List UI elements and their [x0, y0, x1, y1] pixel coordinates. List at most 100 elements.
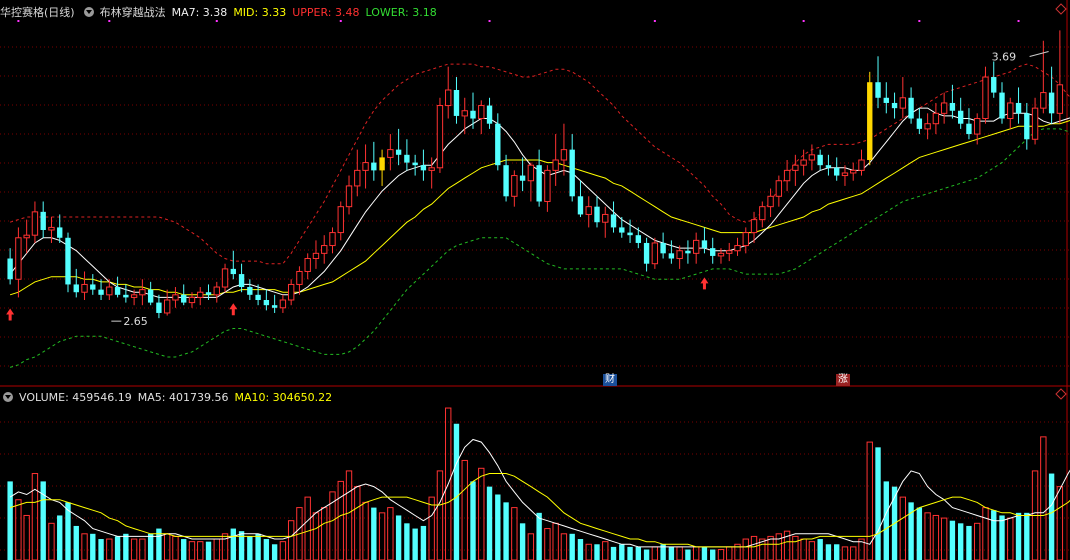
candle-body [436, 105, 444, 169]
volume-bar [221, 533, 229, 560]
vol-ma5-value: MA5: 401739.56 [137, 390, 229, 404]
candle-body [371, 162, 377, 171]
volume-bar [834, 544, 840, 560]
vol-ma10-value: MA10: 304650.22 [234, 390, 333, 404]
candle-body [279, 299, 287, 309]
top-marker-dot [918, 20, 921, 22]
volume-bar [750, 535, 758, 560]
candle-body [172, 294, 179, 301]
candle-body [1031, 107, 1039, 140]
candle-body [354, 169, 361, 187]
candle-body [23, 234, 30, 239]
candle-body [271, 305, 278, 308]
volume-bar [412, 528, 418, 560]
chart-canvas[interactable]: 3.69 2.65 [0, 0, 1070, 560]
candle-body [379, 157, 385, 171]
candle-body [627, 232, 633, 236]
top-marker-dot [653, 20, 656, 22]
high-price-label: 3.69 [992, 51, 1017, 64]
volume-bar [263, 539, 270, 560]
candle-body [7, 258, 13, 280]
volume-bar [569, 533, 575, 560]
candle-body [668, 253, 675, 259]
candle-body [337, 206, 344, 234]
candle-body [205, 292, 212, 295]
candle-body [181, 294, 187, 303]
volume-bar [511, 507, 518, 560]
volume-bar [271, 544, 278, 560]
top-marker-dot [1017, 20, 1020, 22]
volume-bar [991, 510, 997, 560]
candle-body [858, 159, 865, 171]
volume-bar [354, 486, 361, 560]
candle-body [643, 242, 650, 264]
volume-bar [90, 533, 96, 560]
volume-bar [503, 502, 509, 560]
volume-bar [197, 541, 204, 560]
candle-body [65, 237, 71, 285]
volume-bar [932, 514, 940, 560]
candle-body [585, 206, 592, 215]
candle-body [825, 165, 832, 168]
candle-body [486, 105, 493, 124]
event-marker-rise[interactable]: 涨 [836, 374, 850, 386]
volume-bar [1056, 486, 1064, 560]
candle-body [495, 123, 501, 166]
indicator-menu-icon[interactable] [83, 7, 94, 17]
candle-body [635, 235, 642, 243]
high-label-arrow [1029, 51, 1049, 58]
stock-chart-window: 3.69 2.65 华控赛格(日线) 布林穿越战法 MA7: 3.38 MID: … [0, 0, 1070, 560]
volume-bar [147, 533, 154, 560]
volume-indicator-header: VOLUME: 459546.19 MA5: 401739.56 MA10: 3… [0, 388, 338, 406]
volume-bar [602, 541, 609, 560]
volume-bar [1024, 512, 1030, 560]
candle-body [619, 227, 625, 233]
candle-body [750, 219, 758, 234]
strategy-name[interactable]: 布林穿越战法 [100, 4, 166, 20]
volume-bar [428, 496, 435, 560]
candle-body [710, 248, 716, 256]
candle-body [991, 77, 997, 93]
buy-signal-arrow [700, 277, 709, 290]
volume-bar [940, 517, 948, 560]
candle-body [123, 294, 129, 298]
stock-name[interactable]: 华控赛格(日线) [0, 4, 75, 20]
candle-body [1056, 84, 1064, 114]
volume-bar [470, 481, 476, 560]
volume-bar [1048, 473, 1055, 560]
volume-bar [701, 546, 708, 560]
candle-body [90, 284, 96, 290]
volume-bar [883, 481, 889, 560]
volume-bar [247, 536, 253, 560]
upper-value: UPPER: 3.48 [292, 5, 360, 19]
volume-bar [676, 546, 683, 560]
candle-body [800, 159, 807, 166]
event-marker-finance[interactable]: 财 [603, 374, 617, 386]
candle-body [767, 195, 774, 208]
volume-bar [230, 528, 236, 560]
volume-bar [966, 525, 972, 560]
candle-body [230, 268, 236, 275]
candle-body [867, 82, 873, 160]
candle-body [213, 286, 220, 296]
candle-body [139, 289, 146, 296]
candle-body [296, 270, 303, 285]
volume-bar [436, 470, 444, 560]
candle-body [31, 211, 39, 236]
volume-bar [635, 546, 642, 560]
volume-bar [585, 543, 592, 560]
volume-bar [899, 496, 907, 560]
candle-body [48, 226, 55, 231]
volume-bar [668, 546, 675, 560]
mid-value: MID: 3.33 [233, 5, 287, 19]
volume-bar [710, 549, 716, 560]
candle-body [734, 245, 741, 252]
volume-bar [949, 520, 956, 560]
volume-menu-icon[interactable] [3, 392, 13, 402]
candle-body [685, 250, 691, 254]
buy-signal-arrow [6, 308, 15, 321]
candle-body [527, 164, 535, 182]
volume-bar [304, 496, 311, 560]
volume-bar [610, 546, 617, 560]
candle-body [742, 232, 749, 247]
